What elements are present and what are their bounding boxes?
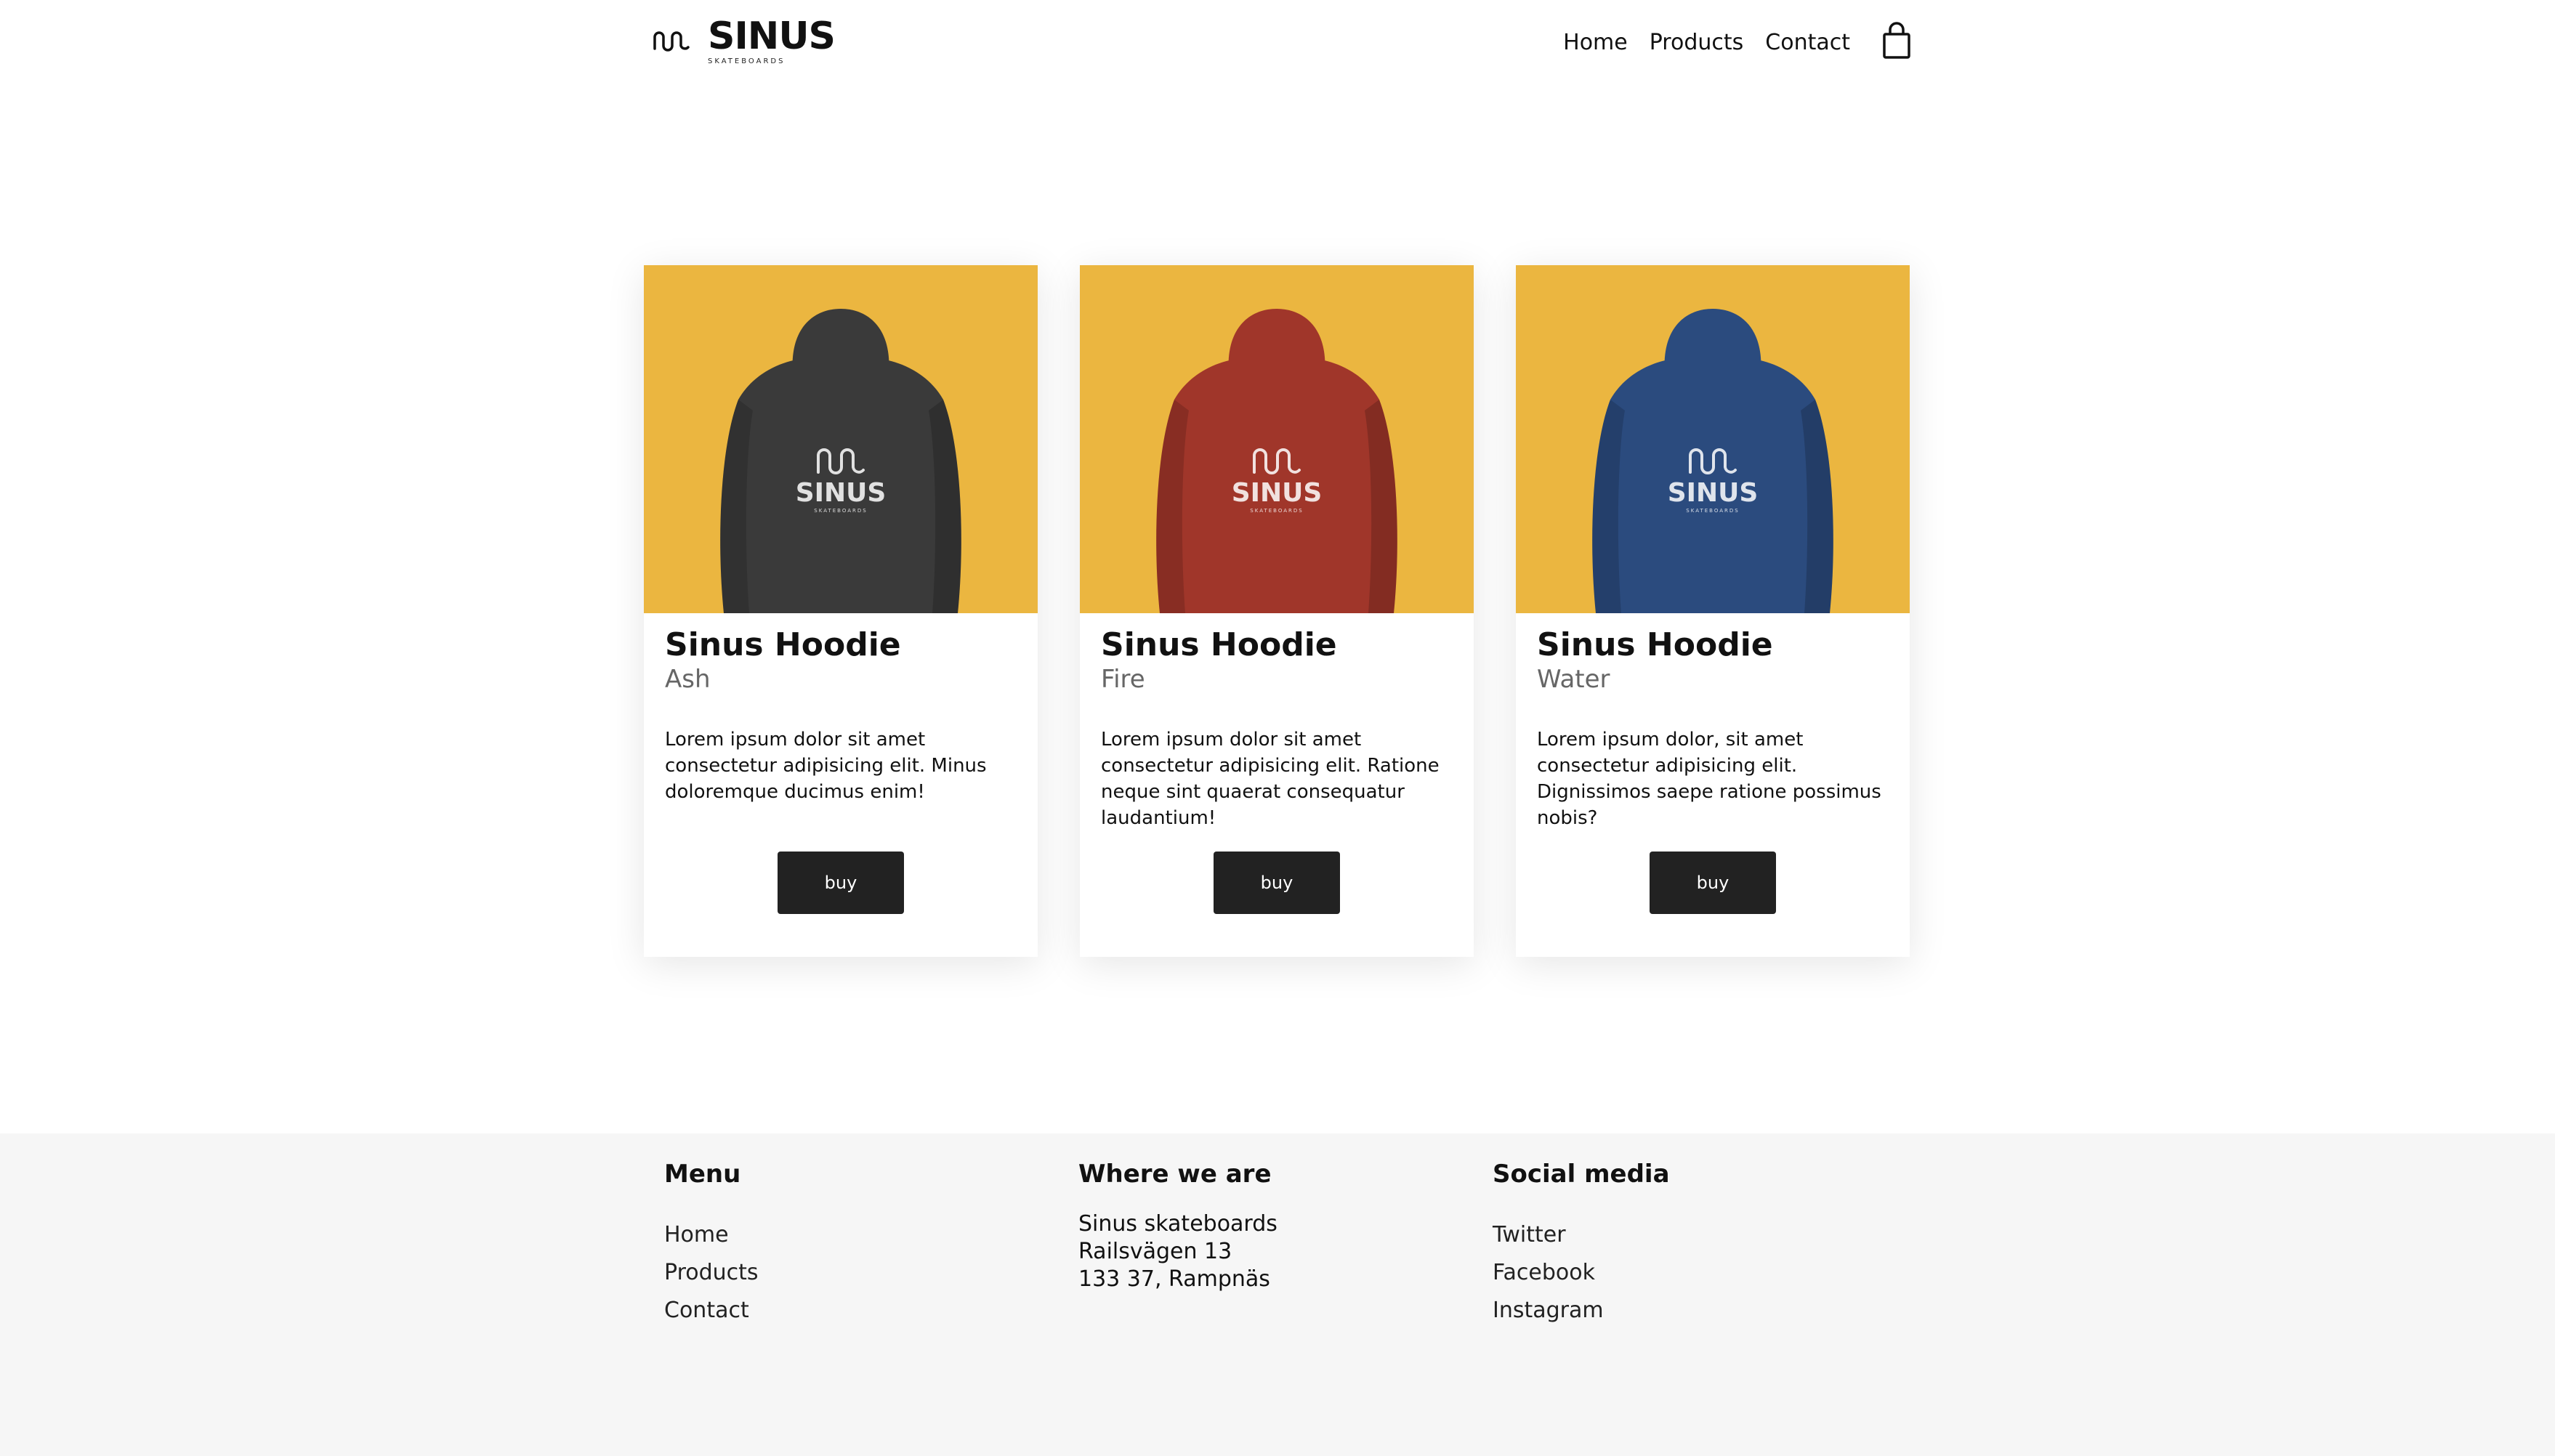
product-card-ash: SINUS SKATEBOARDS Sinus Hoodie Ash Lorem ips… <box>644 265 1038 957</box>
wave-logo-icon <box>653 27 690 56</box>
brand-wordmark: SINUS SKATEBOARDS <box>708 15 836 65</box>
nav-contact-link[interactable]: Contact <box>1765 30 1850 55</box>
product-card-fire: SINUS SKATEBOARDS Sinus Hoodie Fire Lorem ip… <box>1080 265 1474 957</box>
product-description: Lorem ipsum dolor sit amet consectetur a… <box>1101 728 1440 829</box>
product-image: SINUS SKATEBOARDS <box>644 265 1038 613</box>
footer-link-contact[interactable]: Contact <box>664 1292 1078 1330</box>
site-header: SINUS SKATEBOARDS Home Products Contact <box>0 0 2555 80</box>
product-title: Sinus Hoodie <box>1537 626 1773 663</box>
product-description: Lorem ipsum dolor, sit amet consectetur … <box>1537 728 1881 829</box>
hoodie-image: SINUSSKATEBOARDS <box>644 265 1038 613</box>
product-image: SINUS SKATEBOARDS <box>1080 265 1474 613</box>
product-card-water: SINUS SKATEBOARDS Sinus Hoodie Water Lorem i… <box>1516 265 1910 957</box>
product-variant: Water <box>1537 665 1610 694</box>
buy-button[interactable]: buy <box>1650 852 1776 914</box>
hoodie-print-sub: SKATEBOARDS <box>1686 508 1739 514</box>
product-list: SINUS SKATEBOARDS Sinus Hoodie Ash Lorem ips… <box>644 265 1910 957</box>
social-link-twitter[interactable]: Twitter <box>1493 1216 1907 1254</box>
nav-products-link[interactable]: Products <box>1650 30 1744 55</box>
product-variant: Ash <box>665 665 711 694</box>
brand-logo[interactable]: SINUS SKATEBOARDS <box>653 15 836 65</box>
hoodie-print-text: SINUS <box>1232 478 1323 508</box>
hoodie-print-text: SINUS <box>796 478 887 508</box>
address-line: Sinus skateboards <box>1078 1211 1278 1237</box>
hoodie-print-sub: SKATEBOARDS <box>814 508 867 514</box>
product-image: SINUS SKATEBOARDS <box>1516 265 1910 613</box>
address-line: 133 37, Rampnäs <box>1078 1266 1270 1292</box>
footer-link-home[interactable]: Home <box>664 1216 1078 1254</box>
hoodie-image: SINUSSKATEBOARDS <box>1516 265 1910 613</box>
product-title: Sinus Hoodie <box>1101 626 1337 663</box>
shopping-bag-icon[interactable] <box>1882 22 1911 63</box>
buy-button[interactable]: buy <box>778 852 904 914</box>
product-title: Sinus Hoodie <box>665 626 901 663</box>
footer-location-heading: Where we are <box>1078 1160 1272 1189</box>
buy-button[interactable]: buy <box>1214 852 1340 914</box>
footer-social: Social media Twitter Facebook Instagram <box>1493 1160 1907 1330</box>
footer-menu: Menu Home Products Contact <box>664 1160 1078 1330</box>
nav-home-link[interactable]: Home <box>1563 30 1628 55</box>
product-variant: Fire <box>1101 665 1145 694</box>
address-line: Railsvägen 13 <box>1078 1239 1232 1264</box>
social-link-instagram[interactable]: Instagram <box>1493 1292 1907 1330</box>
main-nav: Home Products Contact <box>1563 22 1911 63</box>
address: Sinus skateboards Railsvägen 13 133 37, … <box>1078 1210 1493 1293</box>
footer-location: Where we are Sinus skateboards Railsväge… <box>1078 1160 1493 1330</box>
footer-social-heading: Social media <box>1493 1160 1670 1189</box>
footer-menu-heading: Menu <box>664 1160 741 1189</box>
social-link-facebook[interactable]: Facebook <box>1493 1254 1907 1292</box>
footer-link-products[interactable]: Products <box>664 1254 1078 1292</box>
hoodie-print-text: SINUS <box>1668 478 1759 508</box>
site-footer: Menu Home Products Contact Where we are … <box>0 1133 2555 1456</box>
hoodie-image: SINUSSKATEBOARDS <box>1080 265 1474 613</box>
product-description: Lorem ipsum dolor sit amet consectetur a… <box>665 728 987 803</box>
hoodie-print-sub: SKATEBOARDS <box>1250 508 1303 514</box>
brand-name: SINUS <box>708 15 836 58</box>
brand-tagline: SKATEBOARDS <box>708 57 786 65</box>
